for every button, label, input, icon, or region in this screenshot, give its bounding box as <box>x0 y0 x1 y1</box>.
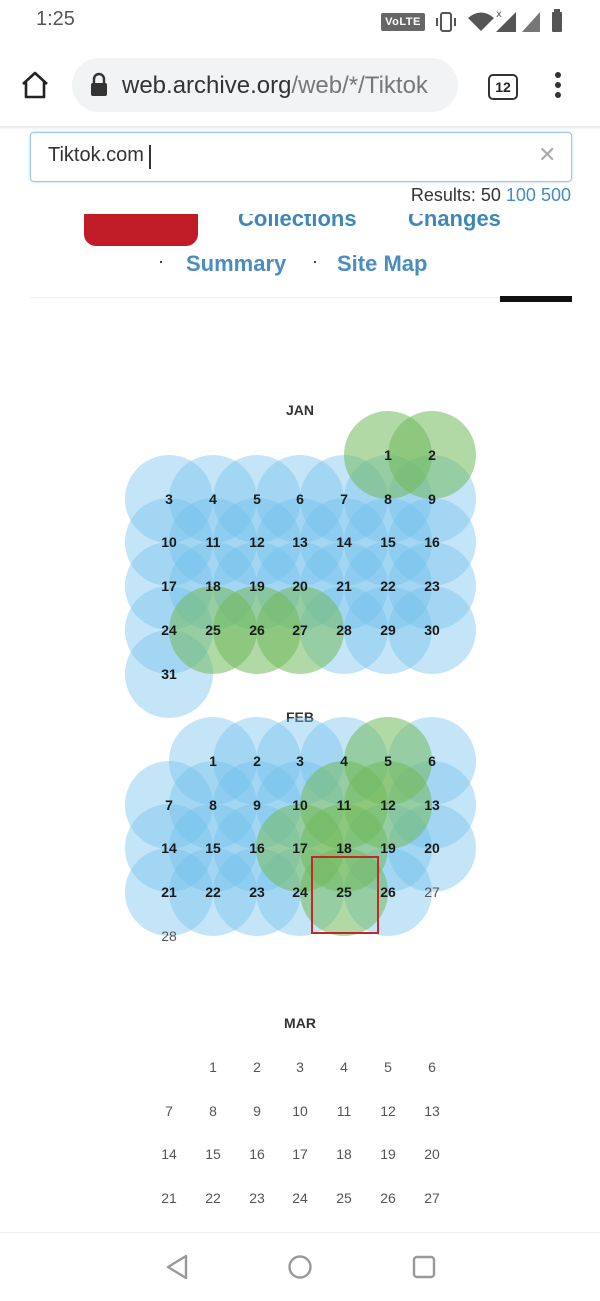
calendar-day: 5 <box>384 1059 392 1075</box>
calendar-day[interactable]: 18 <box>324 840 364 856</box>
calendar-day[interactable]: 15 <box>193 840 233 856</box>
calendar-day[interactable]: 16 <box>412 534 452 550</box>
selected-day-outline[interactable] <box>311 856 379 934</box>
calendar-day: 25 <box>336 1190 352 1207</box>
calendar-day: 28 <box>161 927 177 944</box>
calendar-day: 23 <box>249 1190 265 1207</box>
calendar-day[interactable]: 12 <box>237 534 277 550</box>
calendar-day[interactable]: 20 <box>412 840 452 856</box>
calendar-day[interactable]: 2 <box>412 447 452 463</box>
calendar-day[interactable]: 1 <box>193 753 233 769</box>
calendar-day: 4 <box>340 1059 348 1075</box>
month-title: JAN <box>285 402 314 418</box>
calendar-day[interactable]: 12 <box>368 797 408 813</box>
calendar-day: 2 <box>253 1059 261 1075</box>
calendar-day: 22 <box>205 1190 221 1207</box>
calendar-day[interactable]: 7 <box>149 797 189 813</box>
calendar-day: 9 <box>253 1102 261 1119</box>
calendar-day[interactable]: 29 <box>368 622 408 638</box>
calendar-day[interactable]: 25 <box>193 622 233 638</box>
calendar-day[interactable]: 20 <box>280 578 320 594</box>
back-icon[interactable] <box>164 1253 192 1281</box>
calendar-day: 16 <box>249 1146 265 1163</box>
calendar-day[interactable]: 30 <box>412 622 452 638</box>
calendar-day[interactable]: 27 <box>280 622 320 638</box>
month-title: MAR <box>284 1015 316 1031</box>
calendar-day[interactable]: 22 <box>368 578 408 594</box>
calendar-day: 14 <box>161 1146 177 1163</box>
calendar-day: 19 <box>380 1146 396 1163</box>
calendar-day[interactable]: 3 <box>149 491 189 507</box>
calendar-day: 3 <box>296 1059 304 1075</box>
calendar-day: 11 <box>336 1102 352 1119</box>
calendar-day[interactable]: 21 <box>324 578 364 594</box>
calendar-day[interactable]: 15 <box>368 534 408 550</box>
calendar-day[interactable]: 17 <box>149 578 189 594</box>
calendar-day[interactable]: 11 <box>324 797 364 813</box>
system-nav-bar <box>0 1232 600 1301</box>
calendar-day[interactable]: 9 <box>237 797 277 813</box>
calendar-day[interactable]: 14 <box>324 534 364 550</box>
calendar-day[interactable]: 4 <box>324 753 364 769</box>
calendar-day[interactable]: 5 <box>237 491 277 507</box>
calendar-day: 13 <box>424 1102 440 1119</box>
calendar-day[interactable]: 2 <box>237 753 277 769</box>
calendar-day: 6 <box>428 1059 436 1075</box>
calendar-day: 18 <box>336 1146 352 1163</box>
calendar-day[interactable]: 10 <box>280 797 320 813</box>
calendar-day[interactable]: 3 <box>280 753 320 769</box>
calendar-day: 27 <box>424 1190 440 1207</box>
calendar-day: 7 <box>165 1102 173 1119</box>
calendar-day[interactable]: 21 <box>149 884 189 900</box>
calendar-day[interactable]: 14 <box>149 840 189 856</box>
recents-icon[interactable] <box>410 1253 438 1281</box>
calendar-day[interactable]: 26 <box>237 622 277 638</box>
calendar-day[interactable]: 24 <box>149 622 189 638</box>
calendar-day[interactable]: 16 <box>237 840 277 856</box>
calendar-day[interactable]: 28 <box>324 622 364 638</box>
calendar-day: 12 <box>380 1102 396 1119</box>
calendar-day[interactable]: 11 <box>193 534 233 550</box>
calendar-day[interactable]: 19 <box>368 840 408 856</box>
calendar-day[interactable]: 4 <box>193 491 233 507</box>
calendar-day[interactable]: 23 <box>237 884 277 900</box>
calendar-day[interactable]: 5 <box>368 753 408 769</box>
calendar: JAN 1 2 3 4 5 6 7 8 9 10 11 12 13 14 15 16 17 18 19 20 21 22 23… <box>0 0 600 1230</box>
calendar-day[interactable]: 17 <box>280 840 320 856</box>
calendar-day[interactable]: 8 <box>368 491 408 507</box>
calendar-day[interactable]: 23 <box>412 578 452 594</box>
calendar-day[interactable]: 6 <box>280 491 320 507</box>
calendar-day[interactable]: 6 <box>412 753 452 769</box>
calendar-day: 15 <box>205 1146 221 1163</box>
calendar-day: 17 <box>292 1146 308 1163</box>
calendar-day[interactable]: 19 <box>237 578 277 594</box>
calendar-day: 8 <box>209 1102 217 1119</box>
calendar-day[interactable]: 13 <box>280 534 320 550</box>
calendar-day: 10 <box>292 1102 308 1119</box>
calendar-day: 27 <box>424 884 440 901</box>
calendar-day[interactable]: 9 <box>412 491 452 507</box>
calendar-day: 1 <box>209 1059 217 1075</box>
calendar-day[interactable]: 31 <box>149 666 189 682</box>
calendar-day: 21 <box>161 1190 177 1207</box>
calendar-day: 26 <box>380 1190 396 1207</box>
calendar-day: 24 <box>292 1190 308 1207</box>
calendar-day[interactable]: 10 <box>149 534 189 550</box>
calendar-day[interactable]: 1 <box>368 447 408 463</box>
home-nav-icon[interactable] <box>286 1253 314 1281</box>
calendar-day[interactable]: 13 <box>412 797 452 813</box>
calendar-day[interactable]: 22 <box>193 884 233 900</box>
calendar-day[interactable]: 7 <box>324 491 364 507</box>
calendar-day[interactable]: 8 <box>193 797 233 813</box>
calendar-day[interactable]: 18 <box>193 578 233 594</box>
calendar-day: 20 <box>424 1146 440 1163</box>
